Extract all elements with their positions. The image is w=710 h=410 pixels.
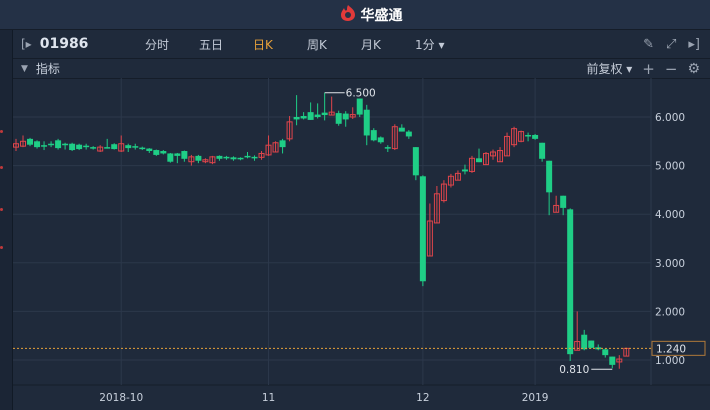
candle-body-down bbox=[602, 349, 609, 356]
candle-body-down bbox=[335, 113, 342, 124]
x-tick-label: 11 bbox=[262, 392, 275, 404]
candle-body-down bbox=[419, 176, 426, 282]
candle-body-down bbox=[251, 156, 258, 159]
candle-body-down bbox=[293, 117, 300, 120]
candle-body-down bbox=[160, 151, 167, 154]
y-tick-label: 5.000 bbox=[655, 161, 685, 173]
candle-body-down bbox=[125, 145, 132, 149]
candle-body-down bbox=[90, 147, 97, 149]
candle-body-down bbox=[139, 147, 146, 150]
candle-body-down bbox=[342, 113, 349, 120]
low-price-label: 0.810 bbox=[559, 364, 589, 376]
candle-body-down bbox=[216, 155, 223, 159]
candle-body-down bbox=[167, 153, 174, 162]
candle-body-down bbox=[27, 138, 34, 145]
candle-body-down bbox=[475, 158, 482, 163]
candle-body-down bbox=[223, 156, 230, 159]
candle-body-down bbox=[83, 145, 90, 148]
candle-body-down bbox=[370, 130, 377, 141]
candle-body-down bbox=[181, 151, 188, 159]
candle-body-down bbox=[62, 143, 69, 146]
candle-body-down bbox=[55, 140, 62, 149]
candle-body-down bbox=[405, 131, 412, 137]
candle-body-down bbox=[76, 144, 83, 150]
candle-body-down bbox=[567, 209, 574, 355]
candle-body-down bbox=[153, 150, 160, 155]
candle-body-down bbox=[377, 137, 384, 143]
candle-body-down bbox=[279, 140, 286, 148]
candle-body-down bbox=[398, 127, 405, 132]
candle-body-down bbox=[525, 134, 532, 137]
candle-body-down bbox=[461, 169, 468, 172]
candle-body-down bbox=[195, 155, 202, 161]
candle-body-down bbox=[244, 155, 251, 158]
candle-body-down bbox=[41, 145, 48, 147]
x-tick-label: 12 bbox=[416, 392, 429, 404]
candle-body-down bbox=[384, 147, 391, 149]
candle-body-down bbox=[48, 143, 55, 146]
candle-body-down bbox=[560, 195, 567, 208]
candle-body-down bbox=[237, 157, 244, 160]
candle-body-down bbox=[104, 147, 111, 149]
candle-body-down bbox=[34, 141, 41, 148]
candle-body-down bbox=[307, 112, 314, 120]
candle-body-down bbox=[132, 146, 139, 148]
candle-body-down bbox=[609, 356, 616, 365]
candle-body-down bbox=[300, 116, 307, 119]
candle-body-down bbox=[581, 334, 588, 350]
candle-body-down bbox=[588, 340, 595, 348]
candle-body-down bbox=[174, 153, 181, 156]
high-price-label: 6.500 bbox=[346, 88, 376, 100]
candle-body-down bbox=[146, 148, 153, 152]
candle-body-down bbox=[412, 147, 419, 176]
y-tick-label: 4.000 bbox=[655, 209, 685, 221]
candlestick-chart[interactable]: 6.000 5.000 4.000 3.000 2.000 1.000 2018-10 11 1… bbox=[0, 0, 710, 410]
candle-body-down bbox=[546, 160, 553, 193]
last-price-label: 1.240 bbox=[656, 343, 686, 355]
y-tick-label: 3.000 bbox=[655, 258, 685, 270]
candle-body-down bbox=[321, 112, 328, 116]
candle-body-down bbox=[230, 157, 237, 160]
candle-body-down bbox=[539, 142, 546, 159]
candle-body-down bbox=[532, 134, 539, 139]
candle-body-down bbox=[69, 143, 76, 151]
candle-body-down bbox=[111, 144, 118, 150]
x-tick-label: 2019 bbox=[522, 392, 549, 404]
candle-body-down bbox=[363, 109, 370, 136]
x-tick-label: 2018-10 bbox=[99, 392, 143, 404]
y-tick-label: 2.000 bbox=[655, 306, 685, 318]
y-tick-label: 1.000 bbox=[655, 355, 685, 367]
y-tick-label: 6.000 bbox=[655, 112, 685, 124]
candle-body-down bbox=[314, 114, 321, 117]
candle-body-down bbox=[356, 98, 363, 115]
